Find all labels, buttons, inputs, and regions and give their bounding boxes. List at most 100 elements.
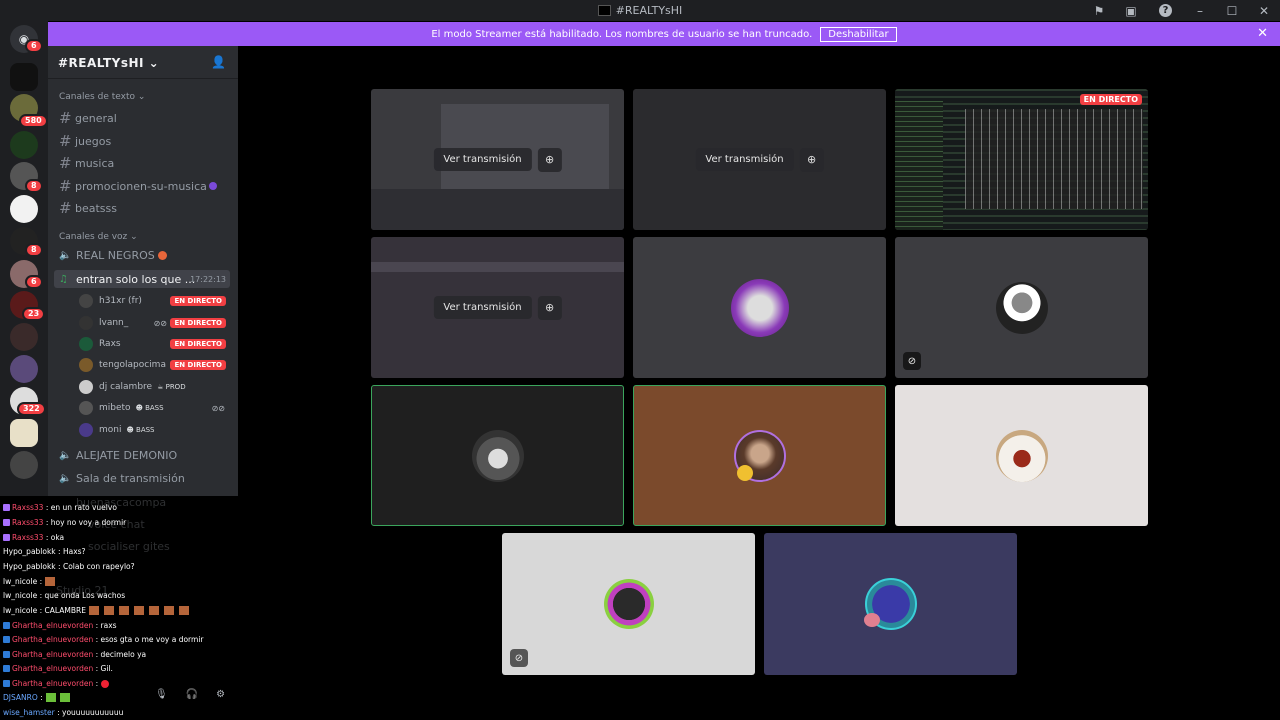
chat-line: lw_nicole : que onda Los wachos [3, 591, 126, 600]
server-icon[interactable] [10, 323, 38, 351]
category-voice-channels[interactable]: Canales de voz ⌄ [59, 232, 138, 242]
chat-line: Raxss33 : oka [3, 533, 64, 542]
voice-user[interactable]: tengolapocima EN DIRECTO [79, 358, 229, 372]
participant-avatar [730, 278, 789, 337]
voice-user[interactable]: h31xr (fr) EN DIRECTO [79, 294, 229, 308]
watch-stream-button[interactable]: Ver transmisión [695, 148, 794, 171]
avatar [79, 380, 93, 394]
role-badge: ☻ BASS [126, 426, 155, 434]
hash-icon: # [59, 109, 72, 127]
channel-timer: 17:22:13 [190, 274, 226, 284]
voice-user[interactable]: mibeto ☻ BASS ⊘⊘ [79, 401, 229, 415]
live-badge: EN DIRECTO [1079, 94, 1142, 105]
settings-gear-icon[interactable]: ⚙ [216, 689, 225, 700]
chat-line: Ghartha_elnuevorden : esos gta o me voy … [3, 635, 203, 644]
participant-tile[interactable] [371, 385, 624, 526]
voice-channel-active[interactable]: ♫ entran solo los que ... 17:22:13 [54, 270, 230, 288]
emoji-icon [157, 251, 167, 260]
chat-line: lw_nicole : CALAMBRE [3, 606, 193, 615]
live-stream-tile[interactable]: EN DIRECTO [895, 89, 1148, 230]
voice-user[interactable]: Raxs EN DIRECTO [79, 337, 229, 351]
platform-icon [3, 622, 10, 629]
participant-tile[interactable] [633, 237, 886, 378]
chat-line: Ghartha_elnuevorden : decimelo ya [3, 650, 146, 659]
add-stream-icon[interactable]: ⊕ [537, 295, 562, 320]
add-stream-icon[interactable]: ⊕ [799, 147, 824, 172]
server-name-header[interactable]: #REALTYsHI ⌄ [58, 56, 159, 70]
channel-juegos[interactable]: # juegos [59, 132, 111, 150]
user-controls: 🎙 🎧 ⚙ [155, 689, 225, 700]
disable-streamer-button[interactable]: Deshabilitar [820, 26, 897, 42]
screen-share-icon[interactable]: ▣ [1115, 0, 1147, 21]
emoji-avatar-icon [737, 465, 753, 481]
voice-user[interactable]: moni ☻ BASS [79, 423, 229, 437]
server-icon[interactable] [10, 355, 38, 383]
watch-stream-control: Ver transmisión ⊕ [695, 147, 824, 172]
camera-off-icon: ⊘ [903, 352, 921, 370]
participant-avatar [995, 429, 1048, 482]
voice-channel-sala-transmision[interactable]: 🔈 Sala de transmisión [59, 472, 185, 485]
participant-avatar [471, 429, 524, 482]
voice-channel-real-negros[interactable]: 🔈 REAL NEGROS [59, 249, 167, 262]
participant-tile[interactable] [895, 385, 1148, 526]
live-badge: EN DIRECTO [170, 339, 226, 349]
unread-badge: 322 [17, 402, 46, 416]
voice-channel-alejate-demonio[interactable]: 🔈 ALEJATE DEMONIO [59, 449, 177, 462]
maximize-icon[interactable]: ☐ [1216, 0, 1248, 21]
chat-overlay: buenascacompa voice chat socialiser gite… [0, 496, 238, 720]
emote-icon [101, 679, 110, 688]
close-banner-icon[interactable]: ✕ [1257, 26, 1268, 41]
microphone-icon[interactable]: 🎙 [155, 689, 168, 700]
chat-line: Raxss33 : hoy no voy a dormir [3, 518, 126, 527]
stream-tile[interactable]: Ver transmisión ⊕ [371, 89, 624, 230]
participant-tile[interactable] [764, 533, 1017, 675]
stream-tile[interactable]: Ver transmisión ⊕ [633, 89, 886, 230]
platform-icon [3, 534, 10, 541]
category-text-channels[interactable]: Canales de texto ⌄ [59, 92, 145, 102]
headphones-icon[interactable]: 🎧 [186, 689, 198, 700]
voice-user[interactable]: dj calambre ☕ PROD [79, 380, 229, 394]
chat-line: Hypo_pablokk : Haxs? [3, 547, 86, 556]
minimize-icon[interactable]: – [1184, 0, 1216, 21]
avatar [79, 337, 93, 351]
muted-icon: ⊘⊘ [211, 403, 225, 413]
unread-badge: 6 [25, 39, 43, 53]
channel-beatsss[interactable]: # beatsss [59, 199, 117, 217]
chat-line: DJSANRO : [3, 693, 70, 702]
add-stream-icon[interactable]: ⊕ [537, 147, 562, 172]
emote-icon [45, 693, 70, 702]
speaker-icon: 🔈 [59, 250, 72, 261]
participant-tile[interactable]: ⊘ [502, 533, 755, 675]
watch-stream-button[interactable]: Ver transmisión [433, 148, 532, 171]
close-window-icon[interactable]: ✕ [1248, 0, 1280, 21]
channel-general[interactable]: # general [59, 109, 117, 127]
stream-tile[interactable]: Ver transmisión ⊕ [371, 237, 624, 378]
daw-panel [895, 101, 943, 230]
server-icon[interactable] [10, 451, 38, 479]
help-icon[interactable]: ? [1159, 4, 1172, 17]
live-badge: EN DIRECTO [170, 318, 226, 328]
platform-icon [3, 504, 10, 511]
invite-people-icon[interactable]: 👤 [211, 55, 226, 69]
watch-stream-button[interactable]: Ver transmisión [433, 296, 532, 319]
server-icon[interactable] [10, 131, 38, 159]
server-icon[interactable] [10, 195, 38, 223]
avatar [79, 316, 93, 330]
channel-musica[interactable]: # musica [59, 154, 114, 172]
live-badge: EN DIRECTO [170, 296, 226, 306]
channel-promocionen-su-musica[interactable]: # promocionen-su-musica [59, 177, 217, 195]
emote-icon [45, 577, 56, 586]
inbox-flag-icon[interactable]: ⚑ [1083, 0, 1115, 21]
watch-stream-control: Ver transmisión ⊕ [433, 295, 562, 320]
streamer-mode-banner: El modo Streamer está habilitado. Los no… [48, 22, 1280, 46]
server-icon[interactable] [10, 63, 38, 91]
server-icon[interactable] [10, 419, 38, 447]
participant-tile[interactable]: ⊘ [895, 237, 1148, 378]
hash-icon: # [59, 177, 72, 195]
avatar [79, 423, 93, 437]
voice-stage: Ver transmisión ⊕ Ver transmisión ⊕ EN D… [238, 46, 1280, 720]
emoji-avatar-icon [864, 613, 880, 627]
unread-badge: 23 [22, 307, 46, 321]
voice-user[interactable]: lvann_ ⊘⊘ EN DIRECTO [79, 316, 229, 330]
participant-tile[interactable] [633, 385, 886, 526]
